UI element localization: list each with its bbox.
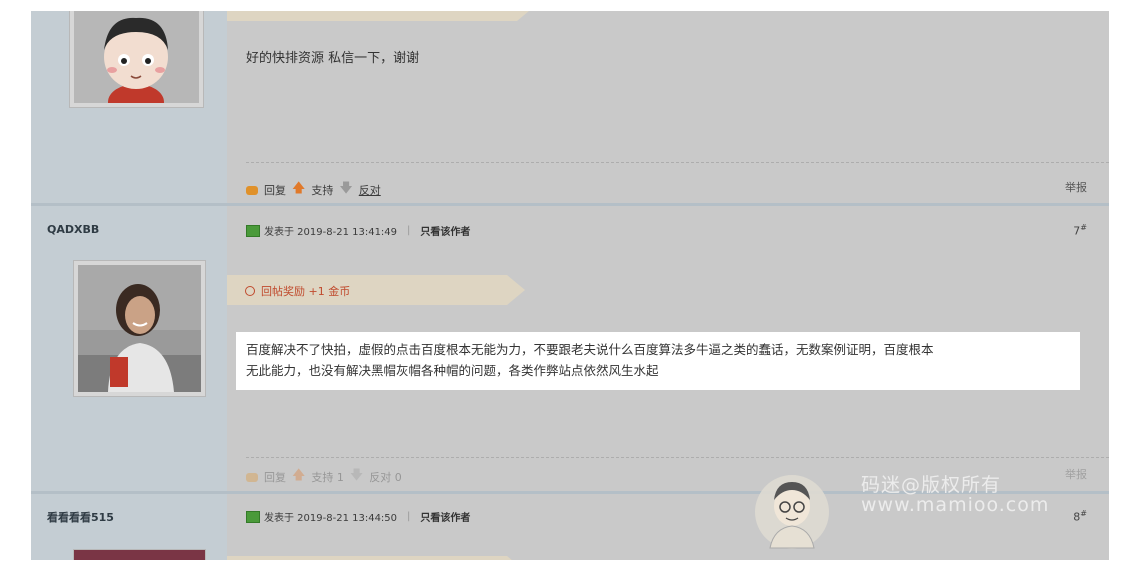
user-photo-icon (78, 265, 201, 392)
floor-number: 7# (1073, 223, 1087, 238)
post-content: 好的快排资源 私信一下，谢谢 (246, 51, 420, 66)
post-text-line: 无此能力，也没有解决黑帽灰帽各种帽的问题，各类作弊站点依然风生水起 (246, 363, 659, 378)
post-time: 发表于 2019-8-21 13:44:50 (264, 513, 398, 524)
divider (246, 162, 1109, 163)
watermark-url: www.mamioo.com (861, 494, 1050, 516)
reward-banner (227, 556, 525, 560)
support-arrow-icon: 🡅 (292, 181, 306, 196)
highlighted-post-content: 百度解决不了快拍，虚假的点击百度根本无能为力，不要跟老夫说什么百度算法多牛逼之类… (236, 332, 1080, 390)
post-text-line: 百度解决不了快拍，虚假的点击百度根本无能为力，不要跟老夫说什么百度算法多牛逼之类… (246, 342, 934, 357)
post-meta: 发表于 2019-8-21 13:41:49 | 只看该作者 (246, 223, 470, 238)
support-link[interactable]: 支持 1 (311, 469, 344, 485)
report-link[interactable]: 举报 (1065, 466, 1087, 482)
support-arrow-icon: 🡅 (292, 468, 306, 483)
oppose-arrow-icon: 🡇 (339, 181, 353, 196)
post-actions: 回复 🡅 支持 🡇 反对 (246, 179, 381, 201)
post-time: 发表于 2019-8-21 13:41:49 (264, 227, 398, 238)
avatar[interactable] (73, 549, 206, 560)
support-link[interactable]: 支持 (311, 182, 333, 198)
only-author-link[interactable]: 只看该作者 (420, 223, 470, 238)
reply-link[interactable]: 回复 (264, 182, 286, 198)
watermark: 码迷@版权所有 www.mamioo.com (746, 470, 1048, 554)
reply-link[interactable]: 回复 (264, 469, 286, 485)
post-separator (31, 203, 1109, 206)
oppose-arrow-icon: 🡇 (349, 468, 364, 483)
post-meta: 发表于 2019-8-21 13:44:50 | 只看该作者 (246, 509, 470, 524)
reward-banner: 回帖奖励 +1 金币 (227, 275, 525, 305)
watermark-text: 码迷@版权所有 (861, 474, 1002, 496)
username[interactable]: QADXBB (47, 223, 99, 236)
avatar[interactable] (73, 260, 206, 397)
divider (246, 457, 1109, 458)
oppose-link[interactable]: 反对 (359, 182, 381, 198)
username[interactable]: 看看看看515 (47, 509, 114, 525)
post-icon (246, 224, 260, 237)
cartoon-avatar-icon (74, 11, 199, 103)
reply-icon (246, 185, 258, 195)
reward-banner (227, 11, 535, 21)
watermark-avatar-icon (755, 475, 829, 549)
post-actions: 回复 🡅 支持 1 🡇 反对 0 (246, 466, 402, 488)
post-icon (246, 510, 260, 523)
reward-text: 回帖奖励 +1 金币 (245, 283, 350, 299)
report-link[interactable]: 举报 (1065, 179, 1087, 195)
only-author-link[interactable]: 只看该作者 (420, 509, 470, 524)
reply-icon (246, 472, 258, 482)
floor-number: 8# (1073, 509, 1087, 524)
oppose-link[interactable]: 反对 0 (369, 469, 402, 485)
avatar[interactable] (69, 11, 204, 108)
